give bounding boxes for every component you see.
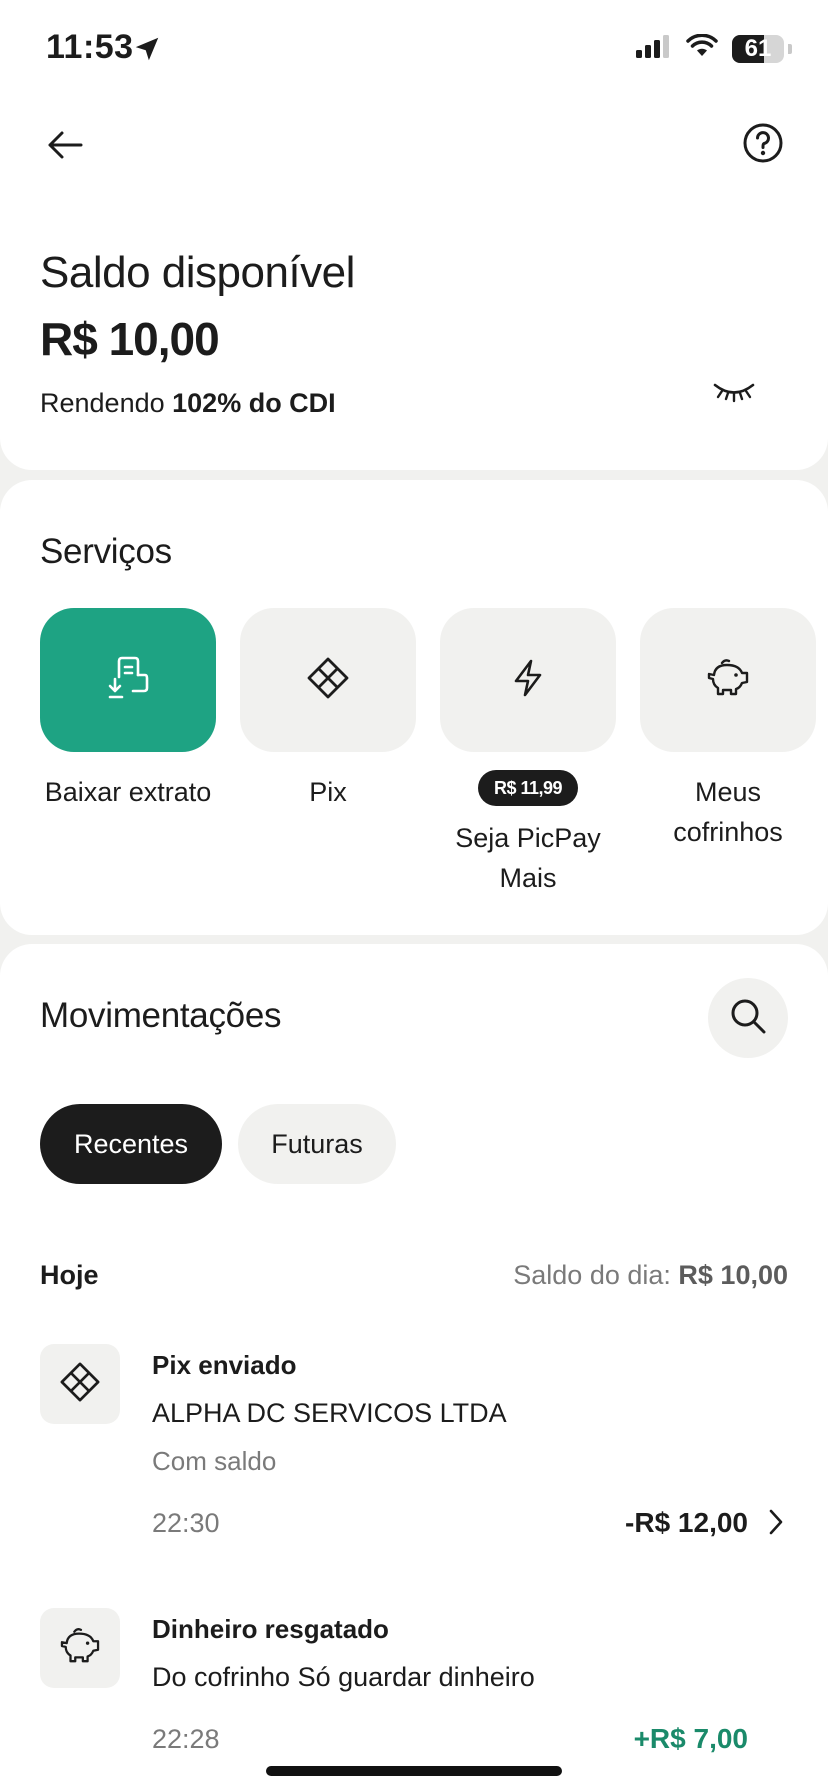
location-arrow-icon (132, 34, 162, 69)
service-seja-picpay-mais[interactable]: R$ 11,99 Seja PicPay Mais (440, 608, 616, 898)
piggy-bank-icon (58, 1627, 102, 1670)
price-badge: R$ 11,99 (478, 770, 578, 806)
transaction-title: Pix enviado (152, 1350, 297, 1380)
tab-recentes[interactable]: Recentes (40, 1104, 222, 1184)
eye-closed-icon[interactable] (706, 372, 762, 412)
balance-value: R$ 10,00 (40, 313, 220, 365)
pix-icon (306, 656, 350, 705)
arrow-left-icon[interactable] (40, 120, 90, 170)
movements-card: Movimentações Recentes Futuras Hoje Sald… (0, 944, 828, 1792)
services-title: Serviços (40, 532, 172, 571)
service-meus-cofrinhos[interactable]: Meus cofrinhos (640, 608, 816, 852)
piggy-bank-icon (705, 658, 751, 703)
balance-card: Saldo disponível R$ 10,00 Rendendo 102% … (0, 100, 828, 470)
search-button[interactable] (708, 978, 788, 1058)
day-balance-label: Saldo do dia: (513, 1260, 671, 1290)
transaction-time: 22:28 (152, 1724, 220, 1754)
search-icon (729, 997, 767, 1040)
service-label: Pix (309, 777, 347, 807)
service-pix[interactable]: Pix (240, 608, 416, 812)
service-tile[interactable] (40, 608, 216, 752)
download-statement-icon (105, 655, 151, 706)
service-tile[interactable] (440, 608, 616, 752)
status-bar: 11:53 61 (0, 0, 828, 100)
tab-futuras[interactable]: Futuras (238, 1104, 396, 1184)
screen: 11:53 61 Saldo disponível R$ 10,00 Rende… (0, 0, 828, 1792)
lightning-icon (508, 658, 548, 703)
day-label: Hoje (40, 1260, 99, 1290)
movements-title: Movimentações (40, 996, 282, 1035)
battery-level: 61 (744, 34, 772, 62)
transaction-counterparty: ALPHA DC SERVICOS LTDA (152, 1398, 507, 1428)
status-indicators: 61 (636, 33, 792, 63)
yield-info: Rendendo 102% do CDI (40, 388, 336, 419)
transaction-time: 22:30 (152, 1508, 220, 1538)
transaction-description: Do cofrinho Só guardar dinheiro (152, 1662, 535, 1692)
day-balance-value: R$ 10,00 (678, 1260, 788, 1290)
battery-icon: 61 (732, 34, 784, 63)
pix-icon (59, 1361, 101, 1408)
yield-prefix: Rendendo (40, 388, 165, 418)
signal-icon (636, 34, 672, 63)
transaction-row[interactable]: Dinheiro resgatado Do cofrinho Só guarda… (0, 1608, 828, 1792)
status-time: 11:53 (46, 28, 134, 66)
yield-rate: 102% do CDI (172, 388, 336, 418)
service-tile[interactable] (240, 608, 416, 752)
transaction-amount: -R$ 12,00 (625, 1507, 748, 1538)
transaction-icon (40, 1608, 120, 1688)
service-label: Meus cofrinhos (673, 777, 783, 847)
wifi-icon (686, 33, 718, 63)
transaction-method: Com saldo (152, 1446, 277, 1476)
transaction-amount: +R$ 7,00 (633, 1723, 748, 1754)
service-tile[interactable] (640, 608, 816, 752)
transaction-icon (40, 1344, 120, 1424)
transaction-title: Dinheiro resgatado (152, 1614, 389, 1644)
service-label: Seja PicPay Mais (455, 823, 601, 893)
home-indicator[interactable] (266, 1766, 562, 1776)
service-label: Baixar extrato (44, 777, 212, 807)
services-card: Serviços Baixar extrato Pix R$ 11,99 Sej… (0, 480, 828, 935)
balance-title: Saldo disponível (40, 248, 355, 297)
service-baixar-extrato[interactable]: Baixar extrato (40, 608, 216, 812)
question-circle-icon[interactable] (738, 118, 788, 168)
chevron-right-icon[interactable] (764, 1506, 788, 1538)
transaction-row[interactable]: Pix enviado ALPHA DC SERVICOS LTDA Com s… (0, 1344, 828, 1574)
day-balance: Saldo do dia: R$ 10,00 (513, 1260, 788, 1291)
